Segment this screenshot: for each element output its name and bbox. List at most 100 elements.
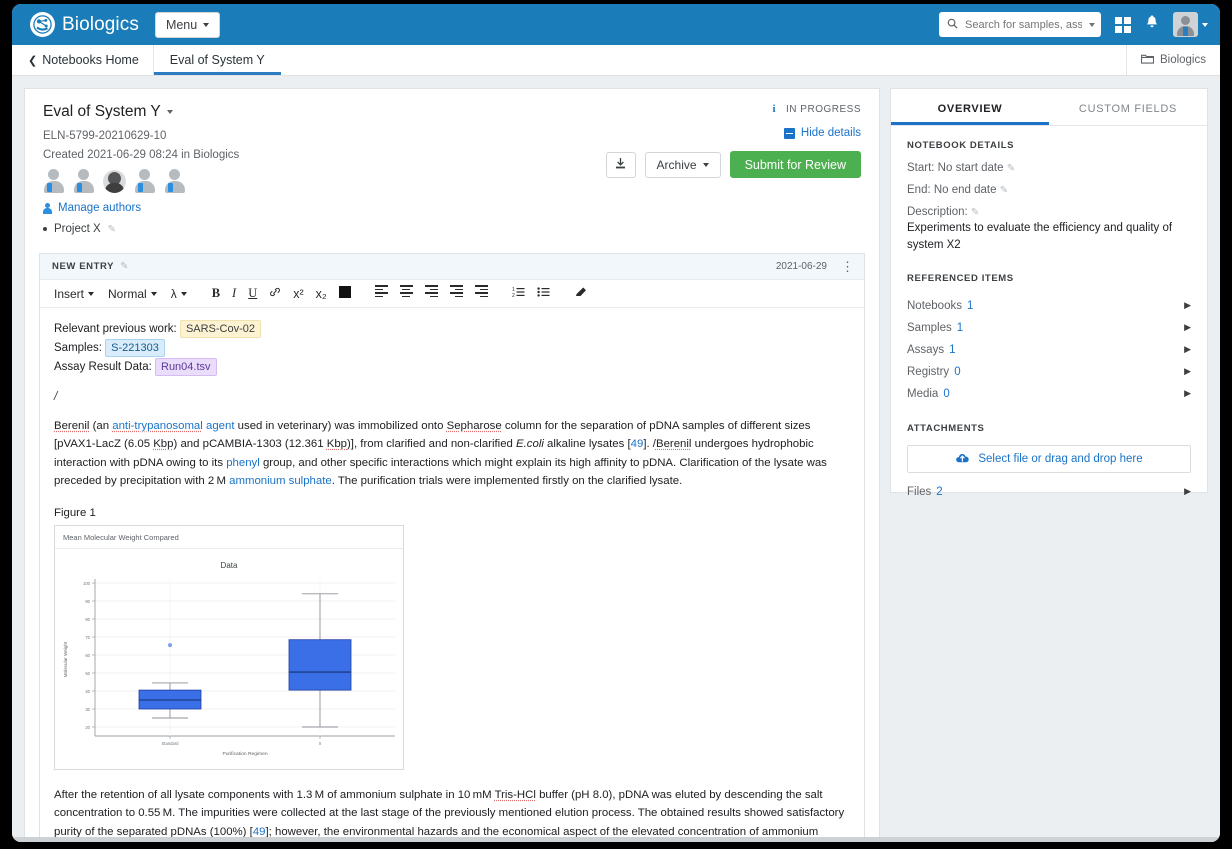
files-row[interactable]: Files 2 ▶ <box>907 481 1191 503</box>
horizontal-scrollbar[interactable] <box>12 837 1220 842</box>
chevron-right-icon: ▶ <box>1184 344 1191 354</box>
breadcrumb-label: Biologics <box>1159 54 1206 66</box>
paragraph-style-label: Normal <box>108 286 147 301</box>
document-panel: Eval of System Y ELN-5799-20210629-10 Cr… <box>24 88 880 842</box>
entry-title: NEW ENTRY <box>52 261 115 272</box>
info-icon[interactable]: i <box>772 103 776 115</box>
phenyl-link[interactable]: phenyl <box>226 457 260 469</box>
sample-chip[interactable]: S-221303 <box>105 338 165 358</box>
svg-text:X: X <box>319 741 322 746</box>
ref-label: Assays <box>907 343 945 356</box>
bulleted-list-icon[interactable] <box>532 286 555 301</box>
avatar[interactable] <box>134 169 156 193</box>
ammonium-sulphate-link[interactable]: ammonium sulphate <box>229 475 332 487</box>
slash-command-line[interactable]: / <box>54 389 850 403</box>
superscript-icon[interactable]: x² <box>288 287 308 301</box>
user-avatar-menu[interactable] <box>1173 12 1208 37</box>
submit-for-review-button[interactable]: Submit for Review <box>729 151 861 178</box>
tab-eval-of-system-y[interactable]: Eval of System Y <box>154 45 281 75</box>
files-label: Files <box>907 485 932 498</box>
ref-row-registry[interactable]: Registry 0 ▶ <box>907 361 1191 383</box>
ref-count: 1 <box>956 321 964 334</box>
p1-berenil: Berenil <box>54 419 90 432</box>
description-label: Description: <box>907 206 968 218</box>
notebooks-home-link[interactable]: ❮ Notebooks Home <box>12 45 154 75</box>
tab-custom-fields[interactable]: CUSTOM FIELDS <box>1049 89 1207 125</box>
avatar[interactable] <box>73 169 95 193</box>
brand-name: Biologics <box>62 13 139 35</box>
insert-menu[interactable]: Insert <box>48 284 100 304</box>
ref-row-notebooks[interactable]: Notebooks 1 ▶ <box>907 295 1191 317</box>
avatar[interactable] <box>103 170 126 193</box>
folder-icon <box>1140 53 1155 67</box>
project-row[interactable]: Project X ✎ <box>43 223 861 235</box>
svg-text:20: 20 <box>85 725 90 730</box>
special-character-menu[interactable]: λ <box>165 284 193 304</box>
bell-icon[interactable] <box>1145 15 1159 34</box>
brand[interactable]: Biologics <box>30 12 139 37</box>
manage-authors-label: Manage authors <box>58 202 142 214</box>
menu-button[interactable]: Menu <box>154 11 221 38</box>
pencil-icon[interactable]: ✎ <box>120 261 128 272</box>
sidebar-tabs: OVERVIEW CUSTOM FIELDS <box>891 89 1207 126</box>
ref-row-samples[interactable]: Samples 1 ▶ <box>907 317 1191 339</box>
indent-increase-icon[interactable] <box>470 285 493 302</box>
file-dropzone[interactable]: Select file or drag and drop here <box>907 444 1191 473</box>
align-center-icon[interactable] <box>395 285 418 302</box>
p1-t14: ]. / <box>643 438 656 451</box>
manage-authors-link[interactable]: Manage authors <box>43 202 861 214</box>
svg-text:Molecular Weight: Molecular Weight <box>63 641 68 677</box>
chevron-down-icon <box>702 162 709 167</box>
paragraph-style-menu[interactable]: Normal <box>102 284 163 304</box>
page-title[interactable]: Eval of System Y <box>43 103 173 121</box>
pencil-icon[interactable]: ✎ <box>1007 163 1015 174</box>
page-body: Eval of System Y ELN-5799-20210629-10 Cr… <box>12 76 1220 842</box>
breadcrumb[interactable]: Biologics <box>1125 45 1220 75</box>
citation-49[interactable]: 49 <box>253 826 266 838</box>
prev-work-chip[interactable]: SARS-Cov-02 <box>179 320 262 339</box>
pencil-icon[interactable]: ✎ <box>1000 185 1008 196</box>
more-options-icon[interactable]: ⋮ <box>841 260 854 273</box>
text-color-swatch[interactable] <box>334 286 356 301</box>
avatar[interactable] <box>164 169 186 193</box>
hide-details-link[interactable]: Hide details <box>772 127 861 139</box>
tab-overview[interactable]: OVERVIEW <box>891 89 1049 125</box>
search-dropdown-chevron-icon[interactable] <box>1089 22 1095 27</box>
clear-formatting-icon[interactable] <box>569 286 593 301</box>
pencil-icon[interactable]: ✎ <box>108 224 116 235</box>
link-icon[interactable] <box>264 286 286 301</box>
citation-49a[interactable]: 49 <box>631 438 644 450</box>
attachments-header: ATTACHMENTS <box>907 422 985 434</box>
ref-count: 1 <box>966 299 974 312</box>
assay-chip[interactable]: Run04.tsv <box>155 357 217 377</box>
tab-overview-label: OVERVIEW <box>937 103 1003 115</box>
ref-row-media[interactable]: Media 0 ▶ <box>907 383 1191 405</box>
subscript-icon[interactable]: x₂ <box>311 287 332 301</box>
chevron-down-icon[interactable] <box>166 110 173 114</box>
bold-icon[interactable]: B <box>207 286 225 301</box>
chevron-down-icon <box>203 22 210 27</box>
chevron-down-icon[interactable] <box>1202 22 1208 27</box>
align-left-icon[interactable] <box>370 285 393 302</box>
p1-t18: . The purification trials were implement… <box>331 475 683 488</box>
figure-1-chart[interactable]: Mean Molecular Weight Compared Data 20 30… <box>54 524 404 770</box>
avatar[interactable] <box>43 169 65 193</box>
archive-button[interactable]: Archive <box>644 151 721 178</box>
align-right-icon[interactable] <box>420 285 443 302</box>
indent-decrease-icon[interactable] <box>445 285 468 302</box>
search-box[interactable] <box>939 12 1101 37</box>
assay-label: Assay Result Data: <box>54 360 152 373</box>
p1-agent-link[interactable]: agent <box>206 420 235 432</box>
insert-label: Insert <box>54 286 85 301</box>
archive-button-label: Archive <box>656 157 697 172</box>
numbered-list-icon[interactable]: 1 2 <box>507 286 530 301</box>
search-input[interactable] <box>963 17 1084 32</box>
ref-row-assays[interactable]: Assays 1 ▶ <box>907 339 1191 361</box>
pencil-icon[interactable]: ✎ <box>971 207 979 218</box>
underline-icon[interactable]: U <box>243 286 262 301</box>
bullet-icon <box>43 227 47 231</box>
italic-icon[interactable]: I <box>227 286 241 301</box>
apps-grid-icon[interactable] <box>1115 16 1131 33</box>
meta-assay: Assay Result Data: Run04.tsv <box>54 357 850 377</box>
download-button[interactable] <box>605 151 636 178</box>
